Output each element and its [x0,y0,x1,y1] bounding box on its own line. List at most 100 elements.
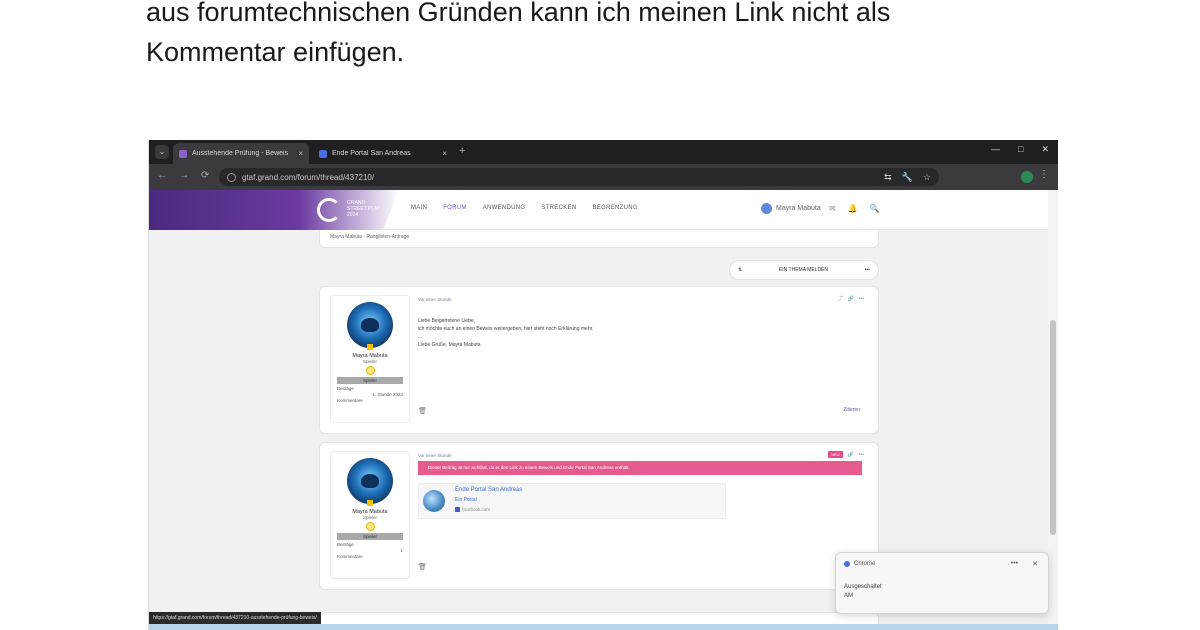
site-info-icon[interactable] [227,172,236,182]
nav-link-main[interactable]: MAIN [411,205,427,211]
moderation-notice: Dieser Beitrag ist nur sichtbar, da er d… [418,461,862,475]
toast-close-icon[interactable]: ✕ [1032,560,1038,568]
close-window-button[interactable]: ✕ [1041,144,1049,155]
author-avatar[interactable] [347,458,393,504]
site-logo-icon[interactable] [317,198,341,222]
tab-favicon-icon [179,149,187,158]
browser-tab-bar: ⌄ Ausstehende Prüfung - Beweis × Ende Po… [149,140,1058,164]
site-nav: MAIN FORUM ANWENDUNG STRECKEN BEGRENZUNG [411,205,638,211]
post-line: ich möchte euch an einen Beweis weiterge… [418,326,594,332]
meta-label: Beiträge [337,542,354,547]
toast-more-icon[interactable]: ••• [1011,560,1018,568]
toast-line: AM [844,593,853,599]
tab-title: Ausstehende Prüfung - Beweis [192,150,289,157]
link-icon[interactable]: 🔗 [848,452,854,458]
tab-close-icon[interactable]: × [442,149,447,158]
author-meta: Beiträge 1 Kommentare [331,540,409,562]
quote-button[interactable]: Zitieren [843,407,860,413]
author-avatar[interactable] [347,302,393,348]
toast-controls: ••• ✕ [1011,560,1038,568]
link-preview-card[interactable]: Ende Portal San Andreas Ein Portal faceb… [418,483,726,519]
page-scrollbar[interactable] [1048,190,1058,630]
brand-line: 2024 [347,212,359,218]
user-menu[interactable]: Mayra Mabuta [761,203,821,214]
preview-title[interactable]: Ende Portal San Andreas [455,487,522,493]
link-icon[interactable]: 🔗 [848,296,854,302]
intro-text: aus forumtechnischen Gründen kann ich me… [146,0,1106,72]
nav-link-begrenzung[interactable]: BEGRENZUNG [592,205,637,211]
report-thread-button[interactable]: EIN THEMA MELDEN [779,267,828,273]
new-tab-button[interactable]: + [459,145,465,157]
share-icon[interactable]: ⤴ [837,295,842,302]
reload-icon[interactable]: ⟳ [201,170,209,181]
post-line: Liebe Beigetretene Liebe, [418,318,475,324]
brand-text: GRAND STREET PLAY 2024 [347,200,380,218]
post-date[interactable]: Vor einer Stunde [418,297,452,302]
forum-post: Mayra Mabuta Spieler Spieler Beiträge 1.… [319,286,879,434]
toast-app-name: Chrome [854,561,876,567]
post-tools: ⤴ 🔗 ••• [837,295,864,303]
search-icon[interactable]: 🔍 [870,204,880,213]
medal-icon [365,522,375,531]
notifications-icon[interactable]: 🔔 [848,204,858,213]
author-card: Mayra Mabuta Spieler Spieler Beiträge 1 … [330,451,410,579]
forward-icon[interactable]: → [179,170,189,181]
tab-inactive[interactable]: Ende Portal San Andreas × [313,143,453,164]
preview-source-text: facebook.com [462,507,491,512]
extension-icon[interactable] [1021,171,1033,183]
site-header: GRAND STREET PLAY 2024 MAIN FORUM ANWEND… [149,190,1058,230]
bookmark-star-icon[interactable]: ☆ [923,172,931,183]
delete-icon[interactable]: 🗑 [418,563,427,571]
notification-toast[interactable]: Chrome ••• ✕ Ausgeschaltet AM [835,552,1049,614]
medal-icon [365,366,375,375]
intro-line-1: aus forumtechnischen Gründen kann ich me… [146,0,891,27]
tools-icon[interactable]: 🔧 [902,172,913,183]
user-name: Mayra Mabuta [776,205,821,212]
post-line: ... [418,334,423,340]
more-icon[interactable]: ••• [859,452,864,458]
sort-icon[interactable]: ⇅ [738,267,742,273]
globe-icon [423,490,445,512]
delete-icon[interactable]: 🗑 [418,407,427,415]
scrollbar-thumb[interactable] [1050,320,1056,535]
address-bar[interactable]: gtaf.grand.com/forum/thread/437210/ ⇆ 🔧 … [219,168,939,186]
new-badge: NEU [828,451,843,458]
more-icon[interactable]: ••• [859,296,864,302]
post-line: Liebe Grüße, Mayra Mabuta [418,342,481,348]
facebook-icon [455,507,460,512]
previous-post-footer: Mayra Mabuta · Ranglisten-Anfrage [319,230,879,248]
toast-message: Ausgeschaltet AM [844,583,882,601]
minimize-button[interactable]: — [991,144,1000,155]
browser-menu-icon[interactable]: ⋮ [1039,169,1049,180]
tab-search-dropdown-icon[interactable]: ⌄ [155,145,169,159]
maximize-button[interactable]: □ [1018,144,1023,155]
tab-favicon-icon [319,149,327,158]
post-date[interactable]: Vor einer Stunde [418,453,452,458]
tab-active[interactable]: Ausstehende Prüfung - Beweis × [173,143,309,164]
nav-buttons: ← → ⟳ [157,170,209,181]
nav-link-anwendung[interactable]: ANWENDUNG [483,205,526,211]
browser-toolbar: ← → ⟳ gtaf.grand.com/forum/thread/437210… [149,164,1058,190]
tab-title: Ende Portal San Andreas [332,150,411,157]
toast-app: Chrome [844,561,875,567]
back-icon[interactable]: ← [157,170,167,181]
window-controls: — □ ✕ [991,144,1049,155]
intro-line-2: Kommentar einfügen. [146,37,405,67]
online-indicator-icon [367,344,373,350]
more-options-icon[interactable]: ••• [865,267,870,273]
meta-label: Kommentare [337,554,363,559]
messages-icon[interactable]: ✉ [829,204,836,213]
url-text[interactable]: gtaf.grand.com/forum/thread/437210/ [242,173,374,182]
author-card: Mayra Mabuta Spieler Spieler Beiträge 1.… [330,295,410,423]
nav-link-forum[interactable]: FORUM [443,205,467,211]
translate-icon[interactable]: ⇆ [884,172,892,183]
nav-link-strecken[interactable]: STRECKEN [541,205,576,211]
rank-badge: Spieler [337,533,403,540]
header-icons: ✉ 🔔 🔍 [829,204,880,213]
post-tools: NEU 🔗 ••• [828,451,864,458]
toast-line: Ausgeschaltet [844,584,882,590]
rank-badge: Spieler [337,377,403,384]
taskbar-strip [149,624,1058,630]
author-role: Spieler [362,359,377,364]
tab-close-icon[interactable]: × [298,149,303,158]
